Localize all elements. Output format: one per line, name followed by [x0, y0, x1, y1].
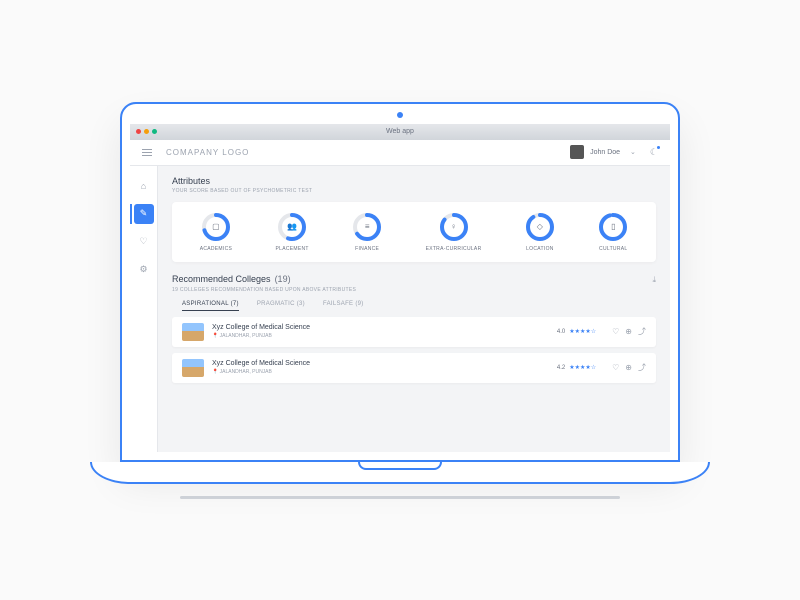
attr-icon: ◇ [525, 212, 555, 242]
globe-icon[interactable]: ⊕ [625, 363, 632, 372]
tab-aspirational[interactable]: ASPIRATIONAL (7) [182, 301, 239, 311]
ring-icon: ▢ [201, 212, 231, 242]
sidebar-item-favorites[interactable]: ♡ [134, 232, 154, 252]
maximize-dot[interactable] [152, 129, 157, 134]
star-icon: ★★★★☆ [569, 364, 596, 371]
attribute-extra-curricular: ♀ EXTRA-CURRICULAR [426, 212, 482, 252]
attr-label: EXTRA-CURRICULAR [426, 246, 482, 252]
star-icon: ★★★★☆ [569, 328, 596, 335]
avatar[interactable] [570, 145, 584, 159]
attribute-academics: ▢ ACADEMICS [200, 212, 232, 252]
attributes-subtitle: YOUR SCORE BASED OUT OF PSYCHOMETRIC TES… [172, 188, 656, 194]
close-dot[interactable] [136, 129, 141, 134]
attribute-location: ◇ LOCATION [525, 212, 555, 252]
window-titlebar: Web app [130, 124, 670, 140]
ring-icon: ♀ [439, 212, 469, 242]
app-body: ⌂ ✎ ♡ ⚙ Attributes YOUR SCORE BASED OUT … [130, 166, 670, 452]
attr-label: PLACEMENT [276, 246, 309, 252]
college-thumb [182, 359, 204, 377]
heart-icon[interactable]: ♡ [612, 327, 619, 336]
attribute-cultural: ▯ CULTURAL [598, 212, 628, 252]
screen: Web app COMAPANY LOGO John Doe ⌄ ☾ ⌂ ✎ ♡… [120, 102, 680, 462]
ring-icon: ▯ [598, 212, 628, 242]
share-icon[interactable]: ⤴ [638, 362, 646, 373]
college-rating: 4.2 [557, 365, 565, 371]
ring-icon: 👥 [277, 212, 307, 242]
attr-icon: ▯ [598, 212, 628, 242]
attribute-finance: ≡ FINANCE [352, 212, 382, 252]
attributes-title: Attributes [172, 176, 656, 186]
sidebar-item-home[interactable]: ⌂ [134, 176, 154, 196]
attr-label: LOCATION [526, 246, 554, 252]
college-rating: 4.0 [557, 329, 565, 335]
attr-icon: ≡ [352, 212, 382, 242]
attribute-placement: 👥 PLACEMENT [276, 212, 309, 252]
attr-label: ACADEMICS [200, 246, 232, 252]
laptop-base [90, 462, 710, 484]
window-controls[interactable] [136, 129, 157, 134]
username: John Doe [590, 149, 620, 156]
sidebar-item-attributes[interactable]: ✎ [134, 204, 154, 224]
recommended-count: (19) [275, 274, 291, 284]
tab-pragmatic[interactable]: PRAGMATIC (3) [257, 301, 305, 311]
attr-icon: ▢ [201, 212, 231, 242]
heart-icon[interactable]: ♡ [612, 363, 619, 372]
share-icon[interactable]: ⤴ [638, 326, 646, 337]
app-viewport: Web app COMAPANY LOGO John Doe ⌄ ☾ ⌂ ✎ ♡… [130, 124, 670, 452]
attr-label: CULTURAL [599, 246, 627, 252]
sidebar: ⌂ ✎ ♡ ⚙ [130, 166, 158, 452]
ring-icon: ◇ [525, 212, 555, 242]
college-name: Xyz College of Medical Science [212, 324, 310, 331]
tab-failsafe[interactable]: FAILSAFE (9) [323, 301, 364, 311]
college-list: Xyz College of Medical Science 📍 JALANDHA… [172, 317, 656, 383]
college-row[interactable]: Xyz College of Medical Science 📍 JALANDHA… [172, 317, 656, 347]
sidebar-item-settings[interactable]: ⚙ [134, 260, 154, 280]
college-name: Xyz College of Medical Science [212, 360, 310, 367]
window-title: Web app [386, 128, 414, 135]
college-location: 📍 JALANDHAR, PUNJAB [212, 333, 310, 339]
attr-label: FINANCE [355, 246, 379, 252]
laptop-frame: Web app COMAPANY LOGO John Doe ⌄ ☾ ⌂ ✎ ♡… [90, 102, 710, 499]
bell-icon[interactable]: ☾ [650, 147, 658, 158]
recommended-header: Recommended Colleges (19) ⤓ [172, 274, 656, 285]
tabs: ASPIRATIONAL (7) PRAGMATIC (3) FAILSAFE (9… [172, 301, 656, 311]
attr-icon: ♀ [439, 212, 469, 242]
app-header: COMAPANY LOGO John Doe ⌄ ☾ [130, 140, 670, 166]
company-logo: COMAPANY LOGO [166, 148, 249, 157]
chevron-down-icon[interactable]: ⌄ [630, 148, 636, 156]
attributes-card: ▢ ACADEMICS 👥 PLACEMENT ≡ FINANCE ♀ EXTRA-CURRI… [172, 202, 656, 262]
ground-shadow [180, 496, 620, 499]
recommended-subtitle: 19 COLLEGES RECOMMENDATION BASED UPON AB… [172, 287, 656, 293]
college-row[interactable]: Xyz College of Medical Science 📍 JALANDHA… [172, 353, 656, 383]
recommended-title: Recommended Colleges [172, 274, 271, 284]
download-icon[interactable]: ⤓ [652, 275, 656, 285]
ring-icon: ≡ [352, 212, 382, 242]
main-content: Attributes YOUR SCORE BASED OUT OF PSYCH… [158, 166, 670, 452]
camera-dot [397, 112, 403, 118]
attr-icon: 👥 [277, 212, 307, 242]
college-location: 📍 JALANDHAR, PUNJAB [212, 369, 310, 375]
menu-icon[interactable] [142, 149, 152, 156]
globe-icon[interactable]: ⊕ [625, 327, 632, 336]
college-thumb [182, 323, 204, 341]
minimize-dot[interactable] [144, 129, 149, 134]
